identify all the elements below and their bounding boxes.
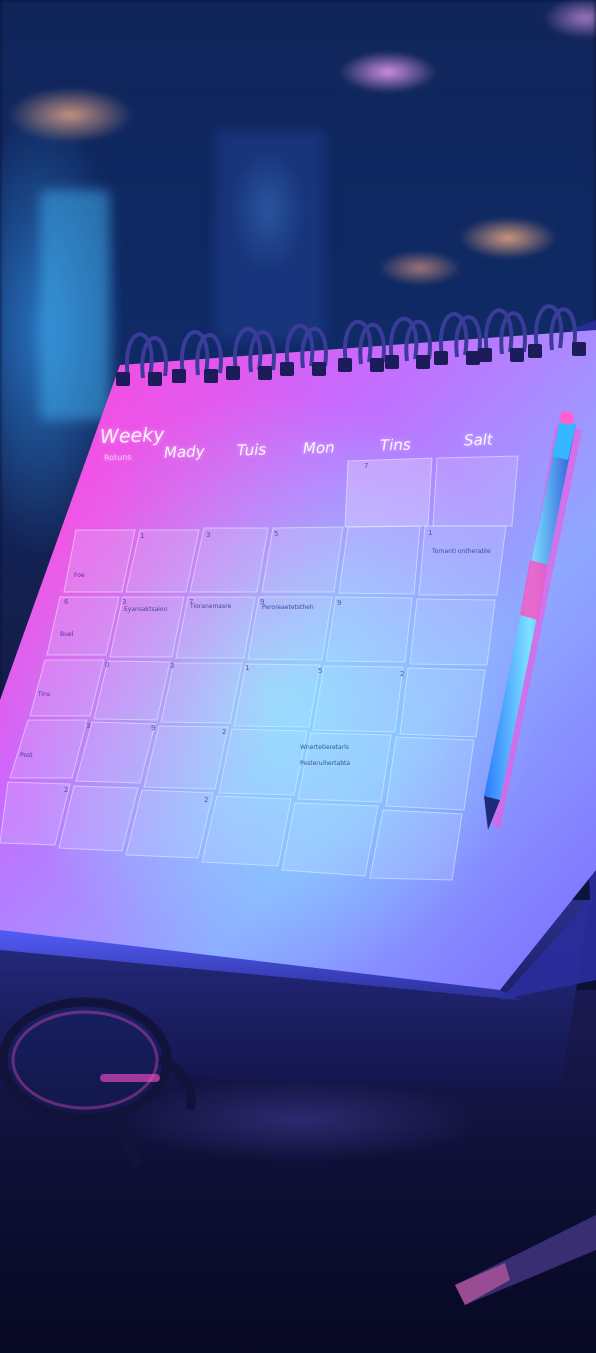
cell-number: 2 bbox=[400, 670, 405, 678]
cell-number: 9 bbox=[337, 599, 342, 607]
cell-number: 1 bbox=[428, 529, 433, 537]
cell-number: 2 bbox=[204, 796, 209, 804]
cell-number: 0 bbox=[105, 661, 110, 669]
calendar-note: Pesteruihertabta bbox=[300, 760, 351, 767]
cell-number: 9 bbox=[151, 724, 156, 732]
day-header-4: Tins bbox=[379, 435, 411, 455]
cell-number: 7 bbox=[364, 462, 369, 470]
calendar-note: Eyansaktsaion bbox=[124, 606, 168, 613]
row-label: Foe bbox=[74, 572, 85, 579]
day-header-3: Mon bbox=[302, 438, 335, 458]
calendar-title: Weeky bbox=[99, 423, 165, 449]
row-label: Tins bbox=[38, 691, 51, 698]
day-header-1: Mady bbox=[163, 442, 205, 462]
eyeglasses bbox=[0, 997, 196, 1169]
cell-number: 3 bbox=[86, 722, 91, 730]
cell-number: 3 bbox=[122, 598, 127, 606]
cell-number: 6 bbox=[64, 598, 69, 606]
cell-number: 3 bbox=[170, 662, 175, 670]
calendar-subtitle: Rotuns bbox=[103, 452, 132, 463]
row-label: Post bbox=[20, 752, 33, 759]
calendar-note: Peroreaetetstheh bbox=[262, 604, 314, 611]
cell-number: 5 bbox=[274, 530, 279, 538]
cell-number: 1 bbox=[140, 532, 145, 540]
cell-number: 5 bbox=[318, 667, 323, 675]
day-header-5: Salt bbox=[463, 430, 494, 450]
cell-number: 2 bbox=[64, 786, 69, 794]
cell-number: 2 bbox=[222, 728, 227, 736]
calendar-note: Tioranemasre bbox=[190, 603, 232, 610]
day-header-2: Tuis bbox=[236, 440, 267, 460]
cell-number: 3 bbox=[206, 531, 211, 539]
pen-on-desk bbox=[455, 1215, 596, 1305]
calendar-note: Tornanti ontherable bbox=[432, 548, 491, 555]
row-label: Buel bbox=[60, 631, 74, 638]
cell-number: 1 bbox=[245, 664, 250, 672]
calendar-note: Wnertetieretarls bbox=[300, 744, 349, 751]
